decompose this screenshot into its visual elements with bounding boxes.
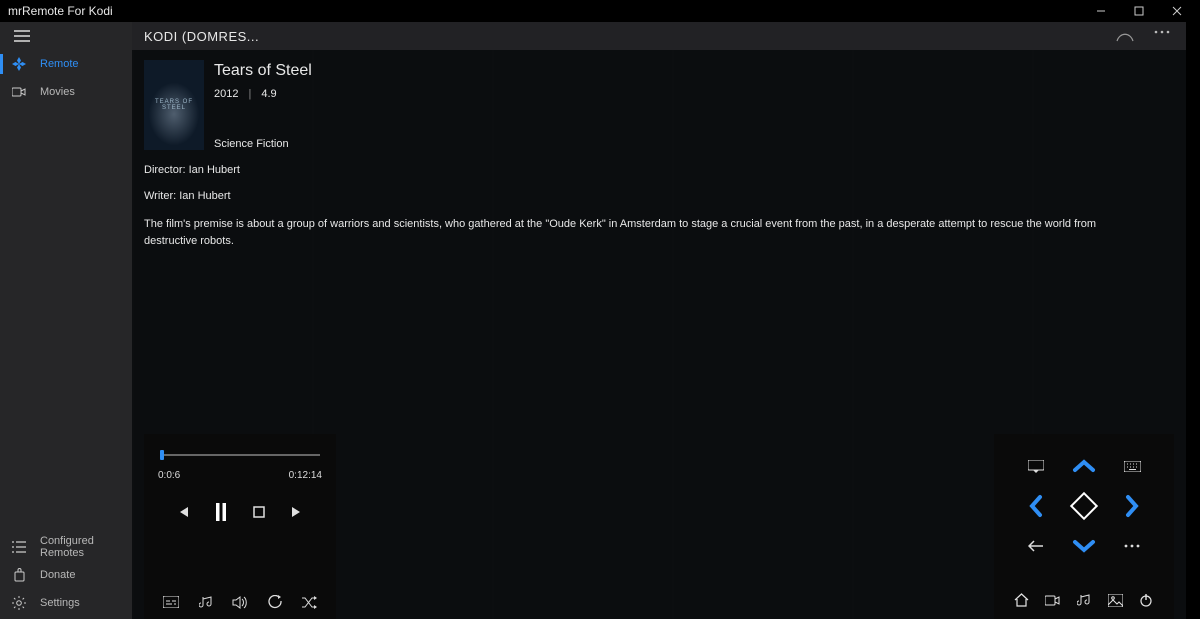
movie-writer: Writer: Ian Hubert <box>144 190 1170 202</box>
sidebar-item-remote[interactable]: Remote <box>0 50 132 78</box>
stop-button[interactable] <box>250 503 268 521</box>
progress-thumb[interactable] <box>160 450 164 460</box>
movie-year: 2012 <box>214 88 238 100</box>
movie-genre: Science Fiction <box>214 138 312 150</box>
audio-track-icon[interactable] <box>197 593 215 611</box>
subtitles-icon[interactable] <box>162 593 180 611</box>
dpad-left[interactable] <box>1028 494 1044 518</box>
movie-meta: 2012 | 4.9 <box>214 88 312 100</box>
total-time: 0:12:14 <box>289 470 322 481</box>
dpad-panel <box>994 434 1174 619</box>
movie-rating: 4.9 <box>261 88 276 100</box>
sidebar-item-label: Movies <box>40 86 75 98</box>
camera-icon <box>12 87 26 97</box>
list-icon <box>12 541 26 553</box>
window-minimize-button[interactable] <box>1082 0 1120 22</box>
movie-title: Tears of Steel <box>214 62 312 80</box>
pause-button[interactable] <box>212 503 230 521</box>
context-menu-icon[interactable] <box>1028 460 1044 473</box>
video-icon[interactable] <box>1044 591 1062 609</box>
dpad-down[interactable] <box>1072 538 1096 554</box>
app-header: KODI (DOMRES... <box>132 22 1186 50</box>
dpad-right[interactable] <box>1124 494 1140 518</box>
elapsed-time: 0:0:6 <box>158 470 180 481</box>
dpad-ok[interactable] <box>1074 496 1094 516</box>
right-edge <box>1186 22 1200 619</box>
window-title: mrRemote For Kodi <box>8 4 113 18</box>
donate-icon <box>12 568 26 582</box>
dpad-up[interactable] <box>1072 458 1096 474</box>
movie-plot: The film's premise is about a group of w… <box>144 216 1124 249</box>
keyboard-icon[interactable] <box>1124 461 1141 472</box>
sidebar-item-label: Configured Remotes <box>40 535 120 559</box>
sidebar: Remote Movies Configured Remotes Dona <box>0 22 132 619</box>
window-titlebar: mrRemote For Kodi <box>0 0 1200 22</box>
music-icon[interactable] <box>1075 591 1093 609</box>
sidebar-item-configured-remotes[interactable]: Configured Remotes <box>0 533 132 561</box>
meta-separator: | <box>248 88 251 100</box>
main-area: KODI (DOMRES... TEARS OF STEEL Tears of … <box>132 22 1186 619</box>
volume-icon[interactable] <box>231 593 249 611</box>
back-button[interactable] <box>1028 540 1044 552</box>
movie-director: Director: Ian Hubert <box>144 164 1170 176</box>
sidebar-item-label: Donate <box>40 569 75 581</box>
sidebar-item-label: Settings <box>40 597 80 609</box>
progress-bar[interactable] <box>154 452 326 458</box>
home-icon[interactable] <box>1013 591 1031 609</box>
pictures-icon[interactable] <box>1106 591 1124 609</box>
sidebar-item-movies[interactable]: Movies <box>0 78 132 106</box>
visibility-icon[interactable] <box>1116 30 1134 42</box>
hamburger-button[interactable] <box>0 22 132 50</box>
window-maximize-button[interactable] <box>1120 0 1158 22</box>
sidebar-item-donate[interactable]: Donate <box>0 561 132 589</box>
sidebar-item-settings[interactable]: Settings <box>0 589 132 617</box>
gear-icon <box>12 596 26 610</box>
window-close-button[interactable] <box>1158 0 1196 22</box>
shuffle-icon[interactable] <box>300 593 318 611</box>
more-actions-icon[interactable] <box>1124 544 1140 548</box>
sidebar-item-label: Remote <box>40 58 79 70</box>
repeat-icon[interactable] <box>265 593 283 611</box>
previous-button[interactable] <box>174 503 192 521</box>
more-icon[interactable] <box>1154 30 1170 42</box>
power-icon[interactable] <box>1137 591 1155 609</box>
playback-panel: 0:0:6 0:12:14 <box>144 434 336 619</box>
remote-icon <box>12 57 26 71</box>
header-title: KODI (DOMRES... <box>144 29 259 44</box>
movie-poster: TEARS OF STEEL <box>144 60 204 150</box>
next-button[interactable] <box>288 503 306 521</box>
